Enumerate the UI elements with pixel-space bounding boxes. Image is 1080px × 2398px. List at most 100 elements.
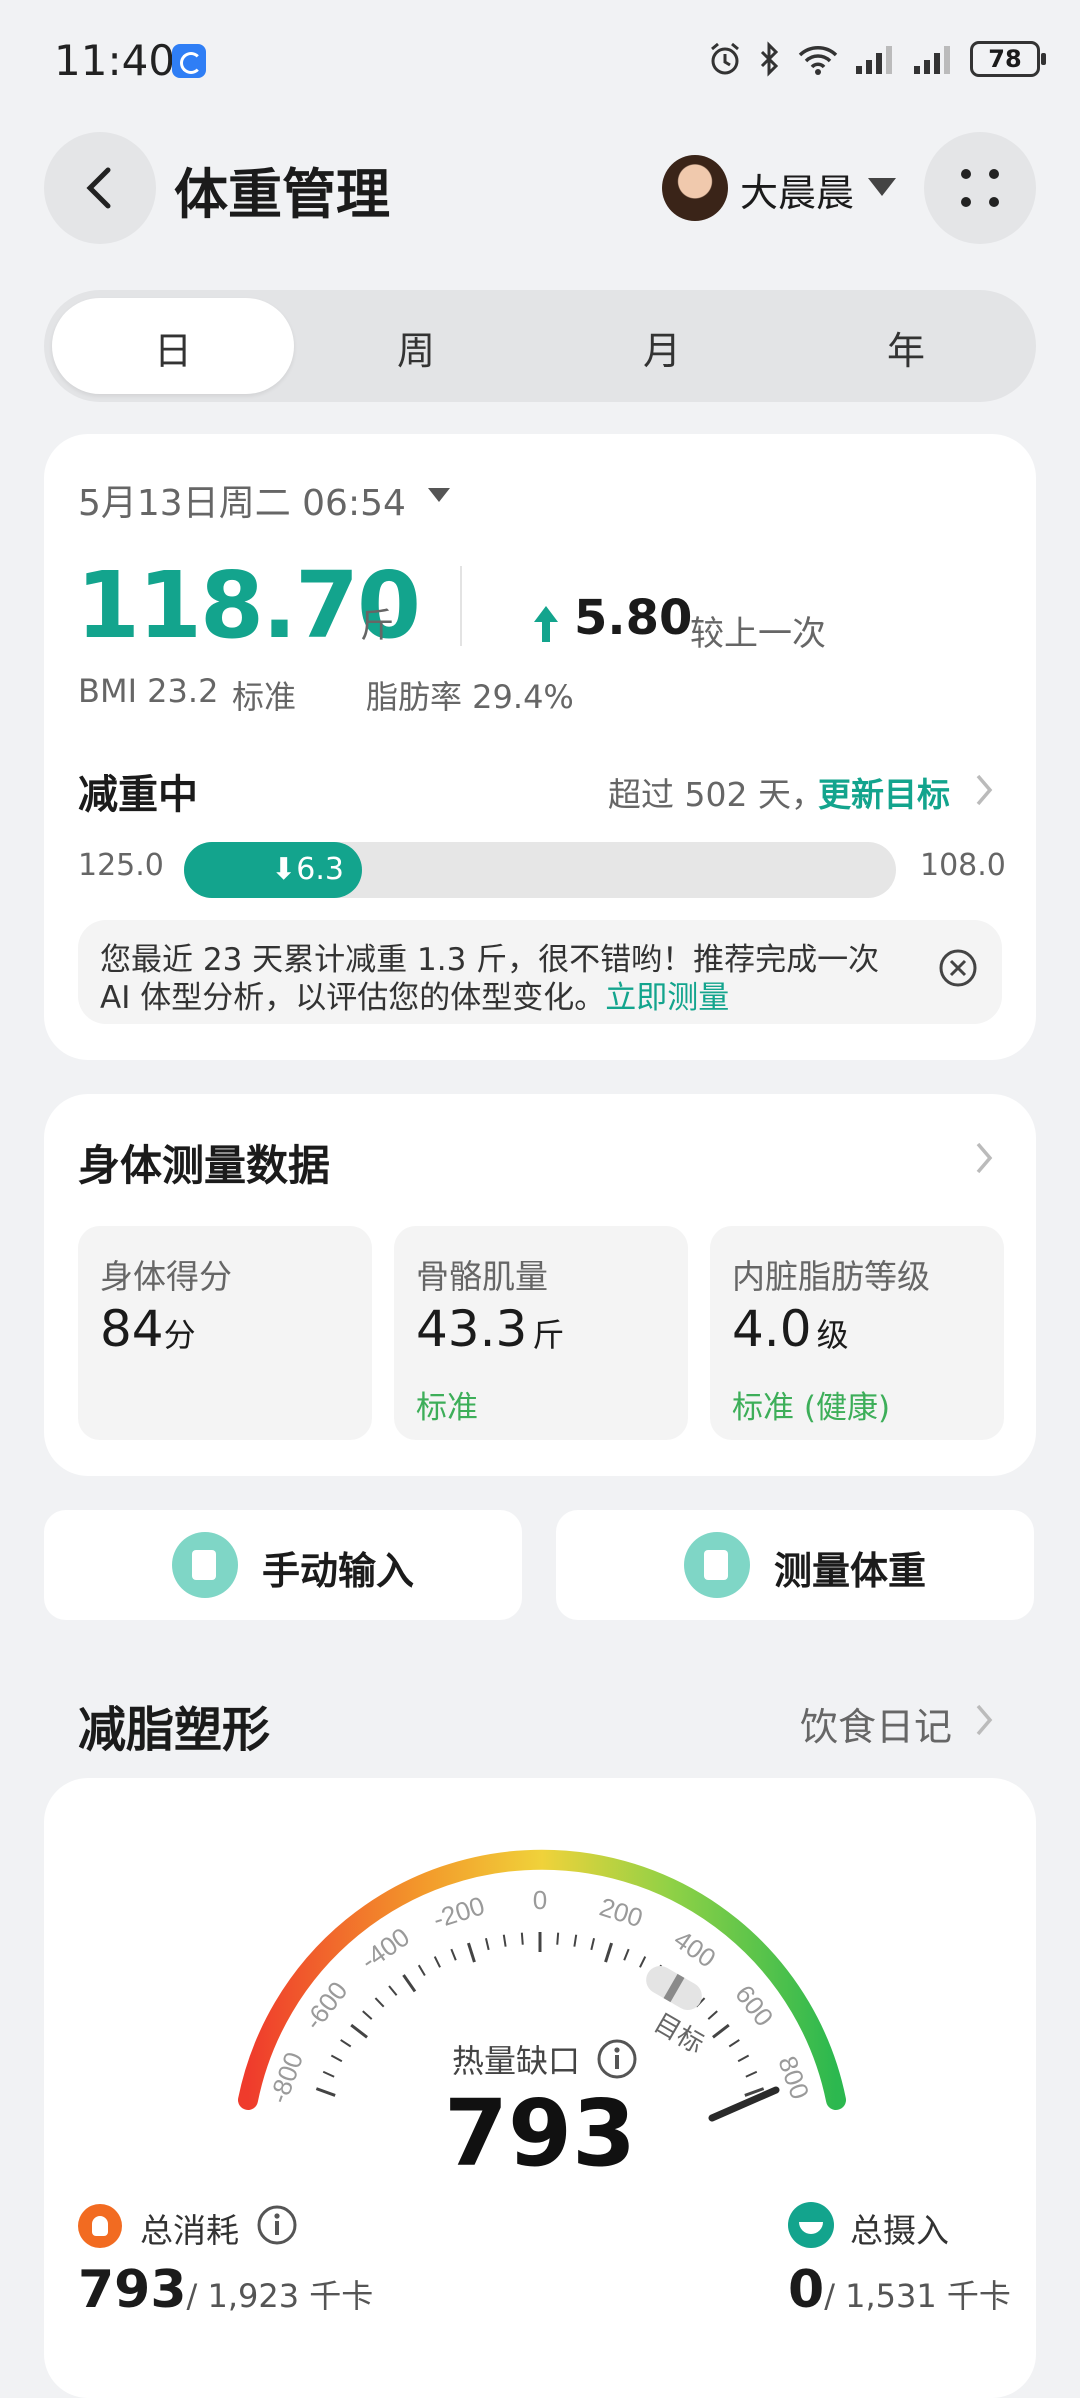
gauge-tick [340, 2039, 352, 2048]
gauge-tick [737, 2054, 750, 2063]
gauge-tick [604, 1942, 613, 1963]
gauge-tick [590, 1937, 596, 1951]
calorie-deficit-value: 793 [443, 2080, 637, 2187]
app-notification-icon [172, 44, 206, 78]
arrow-down-icon: ⬇ [271, 852, 297, 887]
signal-icon-1 [856, 46, 892, 74]
metric-value-row: 84分 [100, 1300, 196, 1358]
goal-progress-fill: ⬇6.3 [184, 842, 362, 898]
measure-now-link[interactable]: 立即测量 [605, 980, 729, 1016]
gauge-tick [556, 1932, 560, 1945]
user-name[interactable]: 大晨晨 [740, 162, 854, 217]
progress-start: 125.0 [78, 848, 164, 883]
datetime-caret-icon[interactable] [428, 488, 450, 502]
gauge-tick [388, 1985, 398, 1996]
chevron-right-icon[interactable] [972, 1138, 996, 1178]
total-burn-label: 总消耗 [140, 2211, 239, 2250]
gauge-tick [573, 1934, 578, 1947]
tab-month[interactable]: 月 [612, 320, 712, 375]
gauge-tick [520, 1932, 524, 1945]
gauge-tick-label: 200 [596, 1892, 646, 1934]
section-title: 减脂塑形 [78, 1702, 271, 1758]
manual-input-label: 手动输入 [262, 1549, 415, 1593]
weight-change-label: 较上一次 [690, 614, 826, 654]
gauge-tick-label: 600 [729, 1979, 779, 2032]
more-button[interactable] [924, 132, 1036, 244]
metric-value-row: 4.0 级 [732, 1300, 849, 1358]
total-burn-target: / 1,923 千卡 [186, 2277, 374, 2315]
goal-days: 超过 502 天， [608, 775, 824, 814]
total-intake-row: 0/ 1,531 千卡 [788, 2260, 1011, 2320]
tab-day[interactable]: 日 [123, 320, 223, 375]
bmi-status: 标准 [232, 678, 297, 716]
close-icon[interactable] [938, 948, 978, 988]
divider [460, 566, 462, 646]
total-intake-label: 总摄入 [850, 2211, 949, 2250]
metric-status: 标准 (健康) [732, 1390, 891, 1426]
gauge-tick [362, 2010, 373, 2020]
tab-year[interactable]: 年 [856, 320, 956, 375]
update-goal-link[interactable]: 更新目标 [818, 768, 950, 816]
gauge-tick-label: 0 [533, 1885, 547, 1915]
battery-indicator: 78 [970, 41, 1046, 77]
manual-input-button[interactable]: 手动输入 [44, 1510, 522, 1620]
gauge-tick [623, 1948, 630, 1961]
chevron-right-icon[interactable] [972, 770, 996, 810]
edit-note-icon [172, 1532, 238, 1598]
gauge-label: 热量缺口 [452, 2042, 581, 2080]
metric-value: 43.3 [416, 1300, 528, 1358]
total-intake-value: 0 [788, 2260, 825, 2320]
page-title: 体重管理 [174, 163, 390, 226]
metric-value-row: 43.3 斤 [416, 1300, 564, 1358]
gauge-tick [402, 1974, 417, 1993]
gauge-tick [502, 1934, 507, 1947]
bmi-value: BMI 23.2 [78, 672, 219, 710]
gauge-tick-label: 400 [669, 1924, 722, 1973]
gauge-tick [467, 1942, 476, 1963]
gauge-tick [330, 2054, 343, 2063]
metric-label: 身体得分 [100, 1257, 232, 1296]
gauge-tick [639, 1956, 647, 1968]
arrow-up-icon [534, 606, 558, 642]
record-datetime[interactable]: 5月13日周二 06:54 [78, 474, 406, 526]
measure-weight-label: 测量体重 [774, 1549, 927, 1593]
status-time: 11:40 [54, 36, 176, 85]
chevron-right-icon[interactable] [972, 1700, 996, 1740]
avatar[interactable] [662, 155, 728, 221]
weight-change-value: 5.80 [574, 590, 693, 646]
goal-status: 减重中 [78, 772, 198, 818]
total-burn-row: 793/ 1,923 千卡 [78, 2260, 373, 2320]
measure-weight-button[interactable]: 测量体重 [556, 1510, 1034, 1620]
metric-unit: 分 [163, 1316, 196, 1354]
chevron-left-icon [86, 167, 111, 209]
caret-down-icon[interactable] [868, 178, 896, 196]
metric-status: 标准 [416, 1390, 478, 1426]
metric-unit: 斤 [532, 1316, 565, 1354]
dots-grid-icon [961, 169, 999, 207]
fire-icon [78, 2204, 122, 2248]
gauge-tick [728, 2039, 740, 2048]
gauge-tick [350, 2023, 368, 2039]
gauge-tick [450, 1948, 457, 1961]
gauge-tick [433, 1956, 441, 1968]
gauge-tick [417, 1964, 426, 1977]
metric-value: 84 [100, 1300, 164, 1358]
body-metrics-title: 身体测量数据 [78, 1141, 331, 1190]
gauge-tick-label: -200 [429, 1890, 488, 1934]
back-button[interactable] [44, 132, 156, 244]
diet-diary-link[interactable]: 饮食日记 [800, 1696, 952, 1751]
tab-week[interactable]: 周 [366, 320, 466, 375]
info-icon[interactable] [256, 2204, 298, 2246]
tip-text-2: AI 体型分析，以评估您的体型变化。 [100, 980, 606, 1016]
metric-value: 4.0 [732, 1300, 812, 1358]
metric-label: 内脏脂肪等级 [732, 1257, 930, 1296]
body-fat-rate: 脂肪率 29.4% [366, 678, 574, 716]
gauge-target-label: 目标 [649, 2007, 709, 2059]
tip-text-line-2: AI 体型分析，以评估您的体型变化。立即测量 [100, 972, 729, 1017]
progress-end: 108.0 [920, 848, 1006, 883]
scale-icon [684, 1532, 750, 1598]
gauge-tick [484, 1937, 490, 1951]
gauge-tick [712, 2023, 730, 2039]
total-intake-target: / 1,531 千卡 [824, 2277, 1011, 2315]
info-icon[interactable] [596, 2038, 638, 2080]
